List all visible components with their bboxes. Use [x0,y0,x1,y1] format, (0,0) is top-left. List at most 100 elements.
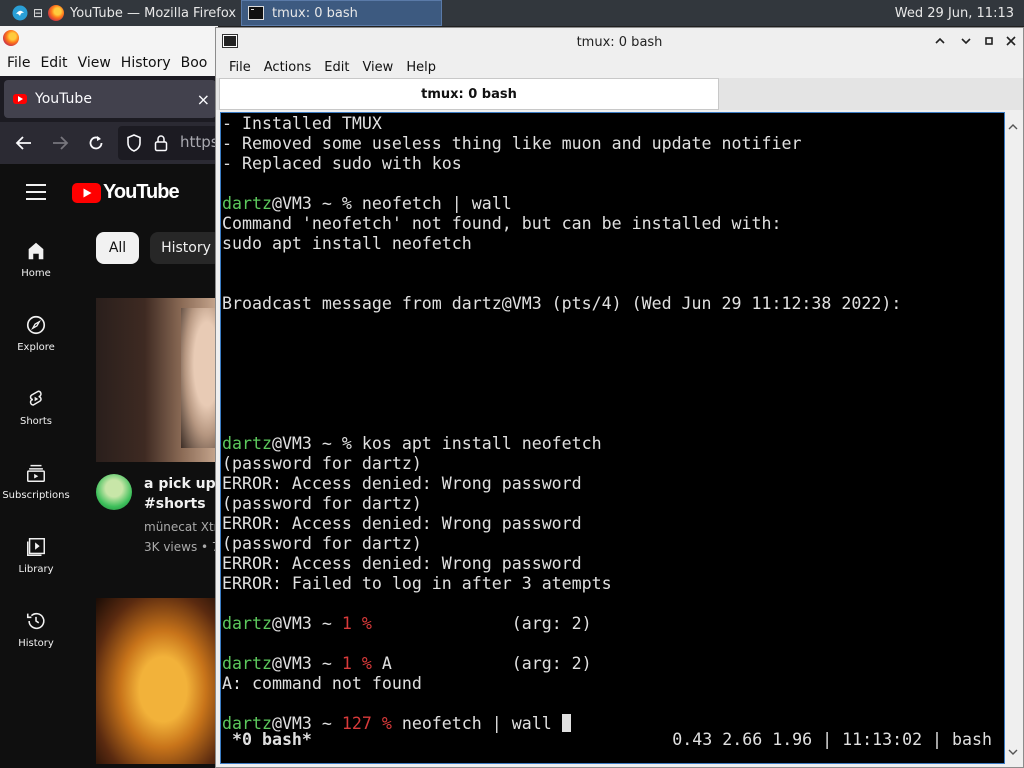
tab-close-icon[interactable]: × [197,90,210,109]
firefox-menubar: File Edit View History Boo [0,50,218,76]
prompt-user: dartz [222,654,272,673]
term-menu-help[interactable]: Help [406,60,436,75]
terminal-screen[interactable]: - Installed TMUX - Removed some useless t… [220,112,1005,764]
reload-icon[interactable] [87,122,105,164]
ff-menu-edit[interactable]: Edit [40,55,67,71]
terminal-titlebar[interactable]: tmux: 0 bash [216,28,1023,56]
guide-library[interactable]: Library [0,536,72,575]
youtube-logo-text: YouTube [103,181,180,203]
guide-home[interactable]: Home [0,240,72,279]
terminal-line: (password for dartz) [222,534,901,554]
terminal-icon [248,6,264,20]
prompt-user: dartz [222,434,272,453]
terminal-line: dartz@VM3 ~ 1 % (arg: 2) [222,614,901,634]
ff-menu-view[interactable]: View [78,55,111,71]
close-icon[interactable] [1005,35,1017,51]
terminal-text: sudo apt install neofetch [222,234,472,253]
scroll-down-icon[interactable] [1008,741,1018,760]
task-firefox[interactable]: YouTube — Mozilla Firefox [42,0,252,26]
terminal-scrollbar[interactable] [1006,112,1020,764]
terminal-text: ERROR: Access denied: Wrong password [222,474,582,493]
task-firefox-label: YouTube — Mozilla Firefox [70,5,237,21]
term-menu-file[interactable]: File [229,60,251,75]
youtube-favicon-icon [13,94,27,104]
video-channel[interactable]: münecat Xtra [144,520,218,534]
back-icon[interactable] [15,122,33,164]
video-title-line1: a pick up ar [144,476,218,492]
terminal-line: sudo apt install neofetch [222,234,901,254]
terminal-line: (password for dartz) [222,494,901,514]
shorts-icon [29,390,42,406]
terminal-line: A: command not found [222,674,901,694]
guide-shorts[interactable]: Shorts [0,388,72,427]
terminal-text: A: command not found [222,674,422,693]
ff-menu-bookmarks[interactable]: Boo [181,55,208,71]
youtube-logo[interactable]: YouTube [72,181,180,204]
guide-subscriptions-label: Subscriptions [2,490,70,501]
terminal-text: Broadcast message from dartz@VM3 (pts/4)… [222,294,902,313]
chip-history[interactable]: History [150,232,218,264]
lock-icon[interactable] [154,134,168,156]
tmux-window-list[interactable]: *0 bash* [222,730,312,749]
terminal-tab[interactable]: tmux: 0 bash [219,78,719,110]
video-thumbnail[interactable] [96,298,218,462]
guide-history[interactable]: History [0,610,72,649]
terminal-line: Broadcast message from dartz@VM3 (pts/4)… [222,294,901,314]
youtube-guide: Home Explore Shorts Subscriptions Librar… [0,164,72,768]
terminal-line: ERROR: Access denied: Wrong password [222,474,901,494]
tmux-status-bar: *0 bash* 0.43 2.66 1.96 | 11:13:02 | bas… [222,730,1004,750]
avatar[interactable] [96,474,132,510]
term-menu-view[interactable]: View [362,60,393,75]
video-thumbnail-2[interactable] [96,598,218,764]
ff-menu-history[interactable]: History [121,55,171,71]
terminal-text: @VM3 ~ [271,614,342,633]
video-title-line2: #shorts [144,496,206,512]
term-menu-edit[interactable]: Edit [324,60,349,75]
terminal-line: dartz@VM3 ~ % kos apt install neofetch [222,434,901,454]
ff-menu-file[interactable]: File [7,55,30,71]
guide-subscriptions[interactable]: Subscriptions [0,462,72,501]
terminal-text: (password for dartz) [222,454,422,473]
chip-all[interactable]: All [96,232,139,264]
terminal-text: ERROR: Access denied: Wrong password [222,554,582,573]
terminal-text: @VM3 ~ [271,654,342,673]
terminal-window-title: tmux: 0 bash [576,35,663,50]
minimize-icon[interactable] [960,35,972,51]
keep-above-icon[interactable] [934,35,946,51]
terminal-line: - Removed some useless thing like muon a… [222,134,901,154]
forward-icon[interactable] [51,122,69,164]
prompt-user: dartz [222,614,272,633]
thumbnail-face-image [181,308,218,448]
terminal-text: A (arg: 2) [371,654,592,673]
terminal-window: tmux: 0 bash File Actions Edit View Help… [215,27,1024,768]
terminal-line: dartz@VM3 ~ 1 % A (arg: 2) [222,654,901,674]
guide-explore[interactable]: Explore [0,314,72,353]
video-title[interactable]: a pick up ar #shorts [144,474,218,514]
task-terminal[interactable]: tmux: 0 bash [241,0,442,26]
firefox-tabbar: YouTube × [0,76,218,122]
terminal-line: ERROR: Access denied: Wrong password [222,514,901,534]
firefox-icon [3,30,19,46]
url-bar[interactable]: https [118,126,218,160]
shield-icon[interactable] [126,134,142,156]
terminal-text: - Replaced sudo with kos [222,154,462,173]
guide-home-label: Home [21,268,51,279]
video-stats: 3K views • 7 [144,540,218,554]
maximize-icon[interactable] [983,35,995,51]
app-launcher-icon[interactable] [12,0,28,26]
tab-youtube[interactable]: YouTube × [4,80,216,118]
clock[interactable]: Wed 29 Jun, 11:13 [895,0,1014,26]
term-menu-actions[interactable]: Actions [264,60,312,75]
terminal-text: - Removed some useless thing like muon a… [222,134,802,153]
tab-youtube-title: YouTube [35,91,92,107]
terminal-output: - Installed TMUX - Removed some useless t… [222,114,901,734]
scroll-up-icon[interactable] [1008,116,1018,135]
terminal-tabbar: tmux: 0 bash [216,78,1023,110]
terminal-line: Command 'neofetch' not found, but can be… [222,214,901,234]
